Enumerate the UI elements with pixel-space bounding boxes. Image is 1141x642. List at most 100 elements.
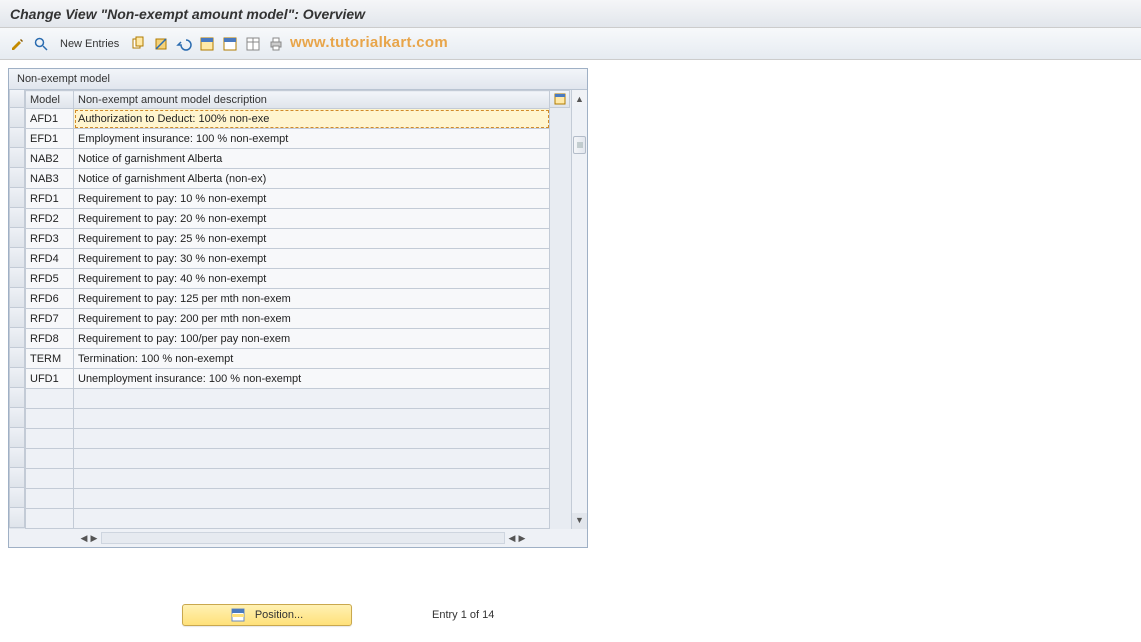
row-marker[interactable] bbox=[9, 468, 25, 488]
row-marker-header[interactable] bbox=[9, 90, 25, 108]
cell-model[interactable] bbox=[26, 429, 74, 449]
cell-model[interactable] bbox=[26, 449, 74, 469]
row-marker[interactable] bbox=[9, 188, 25, 208]
row-marker[interactable] bbox=[9, 508, 25, 528]
row-marker-column bbox=[9, 90, 25, 529]
table-body: AFD1Authorization to Deduct: 100% non-ex… bbox=[26, 109, 550, 529]
table-row: RFD6Requirement to pay: 125 per mth non-… bbox=[26, 289, 550, 309]
cell-model[interactable]: RFD6 bbox=[26, 289, 74, 309]
cell-model[interactable] bbox=[26, 409, 74, 429]
vscroll-thumb[interactable] bbox=[573, 136, 586, 154]
cell-desc[interactable]: Notice of garnishment Alberta (non-ex) bbox=[74, 169, 550, 189]
cell-desc[interactable] bbox=[74, 389, 550, 409]
cell-model[interactable] bbox=[26, 389, 74, 409]
table-row bbox=[26, 389, 550, 409]
col-header-model[interactable]: Model bbox=[26, 91, 74, 109]
row-marker[interactable] bbox=[9, 128, 25, 148]
cell-desc[interactable]: Requirement to pay: 20 % non-exempt bbox=[74, 209, 550, 229]
cell-desc[interactable]: Authorization to Deduct: 100% non-exe bbox=[74, 109, 550, 129]
table-settings-button[interactable] bbox=[243, 34, 263, 54]
vscroll-track[interactable] bbox=[572, 106, 587, 513]
delete-button[interactable] bbox=[151, 34, 171, 54]
table-row: NAB2Notice of garnishment Alberta bbox=[26, 149, 550, 169]
cell-model[interactable]: RFD8 bbox=[26, 329, 74, 349]
cell-model[interactable]: RFD2 bbox=[26, 209, 74, 229]
cell-model[interactable]: EFD1 bbox=[26, 129, 74, 149]
toggle-display-change-button[interactable] bbox=[8, 34, 28, 54]
position-button[interactable]: Position... bbox=[182, 604, 352, 626]
cell-desc[interactable] bbox=[74, 429, 550, 449]
scroll-down-icon[interactable]: ▼ bbox=[572, 513, 587, 527]
horizontal-scrollbar[interactable]: ◀ ▶ ◀ ▶ bbox=[9, 529, 587, 547]
cell-model[interactable] bbox=[26, 489, 74, 509]
row-marker[interactable] bbox=[9, 228, 25, 248]
deselect-all-button[interactable] bbox=[220, 34, 240, 54]
position-icon bbox=[231, 608, 245, 622]
cell-desc[interactable]: Unemployment insurance: 100 % non-exempt bbox=[74, 369, 550, 389]
cell-desc[interactable]: Requirement to pay: 125 per mth non-exem bbox=[74, 289, 550, 309]
row-marker[interactable] bbox=[9, 148, 25, 168]
scroll-left-end-icon[interactable]: ◀ bbox=[507, 533, 517, 544]
cell-model[interactable]: RFD4 bbox=[26, 249, 74, 269]
row-marker[interactable] bbox=[9, 108, 25, 128]
hscroll-track[interactable] bbox=[101, 532, 505, 544]
cell-desc[interactable]: Requirement to pay: 100/per pay non-exem bbox=[74, 329, 550, 349]
row-marker[interactable] bbox=[9, 328, 25, 348]
title-bar: Change View "Non-exempt amount model": O… bbox=[0, 0, 1141, 28]
row-marker[interactable] bbox=[9, 208, 25, 228]
cell-model[interactable]: TERM bbox=[26, 349, 74, 369]
copy-button[interactable] bbox=[128, 34, 148, 54]
row-marker[interactable] bbox=[9, 368, 25, 388]
cell-desc[interactable] bbox=[74, 509, 550, 529]
row-marker[interactable] bbox=[9, 248, 25, 268]
table-row: RFD2Requirement to pay: 20 % non-exempt bbox=[26, 209, 550, 229]
undo-button[interactable] bbox=[174, 34, 194, 54]
row-marker[interactable] bbox=[9, 288, 25, 308]
toolbar: New Entries www.tutorialkart.com bbox=[0, 28, 1141, 60]
vertical-scrollbar[interactable]: ▲ ▼ bbox=[571, 90, 587, 529]
select-all-button[interactable] bbox=[197, 34, 217, 54]
scroll-up-icon[interactable]: ▲ bbox=[572, 92, 587, 106]
cell-desc[interactable]: Requirement to pay: 25 % non-exempt bbox=[74, 229, 550, 249]
cell-desc[interactable] bbox=[74, 489, 550, 509]
table-panel: Non-exempt model Model Non-exempt amount… bbox=[8, 68, 588, 548]
cell-desc[interactable]: Notice of garnishment Alberta bbox=[74, 149, 550, 169]
row-marker[interactable] bbox=[9, 388, 25, 408]
cell-desc[interactable] bbox=[74, 469, 550, 489]
cell-model[interactable]: NAB2 bbox=[26, 149, 74, 169]
scroll-right-start-icon[interactable]: ▶ bbox=[89, 533, 99, 544]
row-marker[interactable] bbox=[9, 348, 25, 368]
cell-model[interactable]: RFD7 bbox=[26, 309, 74, 329]
cell-desc[interactable] bbox=[74, 409, 550, 429]
scroll-right-icon[interactable]: ▶ bbox=[517, 533, 527, 544]
row-marker[interactable] bbox=[9, 488, 25, 508]
cell-model[interactable]: NAB3 bbox=[26, 169, 74, 189]
cell-model[interactable]: RFD3 bbox=[26, 229, 74, 249]
cell-model[interactable]: UFD1 bbox=[26, 369, 74, 389]
cell-desc[interactable]: Requirement to pay: 200 per mth non-exem bbox=[74, 309, 550, 329]
cell-model[interactable] bbox=[26, 469, 74, 489]
cell-desc[interactable]: Requirement to pay: 40 % non-exempt bbox=[74, 269, 550, 289]
cell-model[interactable]: RFD1 bbox=[26, 189, 74, 209]
col-header-desc[interactable]: Non-exempt amount model description bbox=[74, 91, 550, 109]
cell-desc[interactable]: Requirement to pay: 30 % non-exempt bbox=[74, 249, 550, 269]
configure-columns-button[interactable] bbox=[550, 90, 570, 108]
row-marker[interactable] bbox=[9, 168, 25, 188]
new-entries-button[interactable]: New Entries bbox=[54, 38, 125, 50]
print-button[interactable] bbox=[266, 34, 286, 54]
cell-desc[interactable] bbox=[74, 449, 550, 469]
cell-desc[interactable]: Requirement to pay: 10 % non-exempt bbox=[74, 189, 550, 209]
cell-model[interactable] bbox=[26, 509, 74, 529]
cell-desc[interactable]: Employment insurance: 100 % non-exempt bbox=[74, 129, 550, 149]
row-marker[interactable] bbox=[9, 408, 25, 428]
row-marker[interactable] bbox=[9, 428, 25, 448]
table-row: UFD1Unemployment insurance: 100 % non-ex… bbox=[26, 369, 550, 389]
row-marker[interactable] bbox=[9, 448, 25, 468]
row-marker[interactable] bbox=[9, 308, 25, 328]
row-marker[interactable] bbox=[9, 268, 25, 288]
cell-desc[interactable]: Termination: 100 % non-exempt bbox=[74, 349, 550, 369]
scroll-left-icon[interactable]: ◀ bbox=[79, 533, 89, 544]
details-button[interactable] bbox=[31, 34, 51, 54]
cell-model[interactable]: RFD5 bbox=[26, 269, 74, 289]
cell-model[interactable]: AFD1 bbox=[26, 109, 74, 129]
